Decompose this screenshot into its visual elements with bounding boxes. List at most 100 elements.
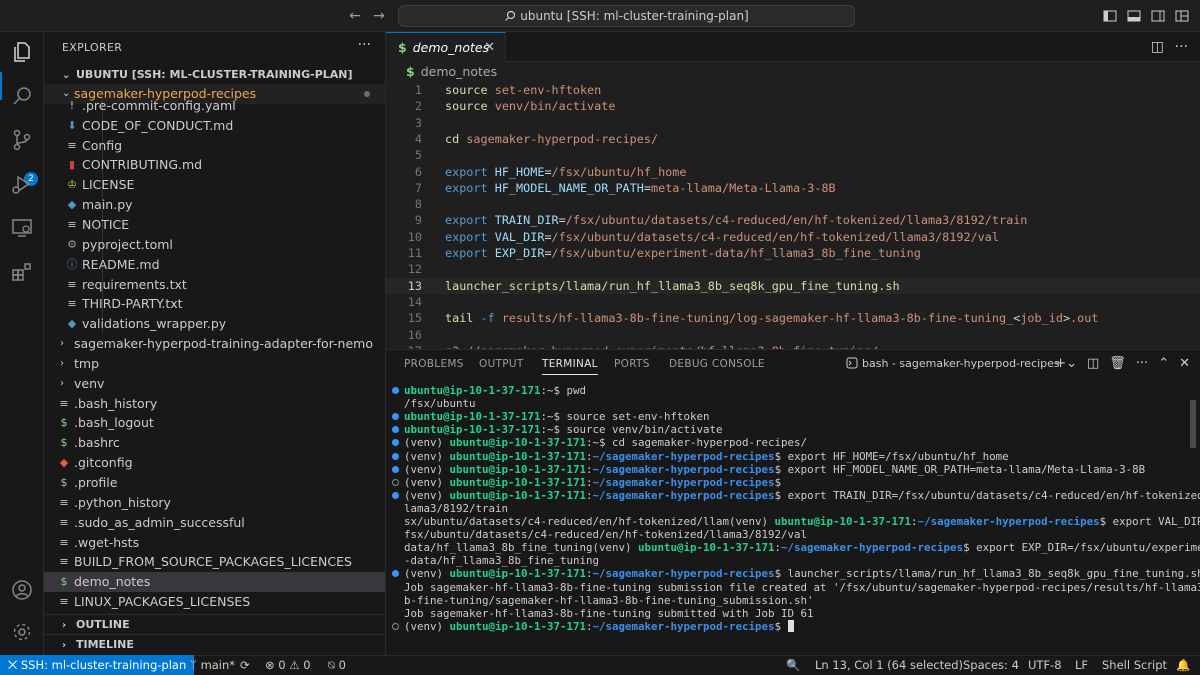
code-line[interactable]: 1 source set-env-hftoken [386, 82, 1200, 98]
folder-item[interactable]: › venv [44, 374, 385, 394]
code-line[interactable]: 15 tail -f results/hf-llama3-8b-fine-tuni… [386, 310, 1200, 326]
code-line[interactable]: 3 [386, 115, 1200, 131]
code-line[interactable]: 9 export TRAIN_DIR=/fsx/ubuntu/datasets/c… [386, 212, 1200, 228]
code-editor[interactable]: 1 source set-env-hftoken 2 source venv/bin/… [386, 82, 1200, 349]
file-item[interactable]: ⬇ CODE_OF_CONDUCT.md [44, 115, 385, 136]
close-tab-icon[interactable]: ✕ [484, 33, 495, 62]
command-decoration-icon[interactable] [392, 413, 399, 421]
manage-gear-icon[interactable] [10, 620, 34, 644]
file-item[interactable]: ◆ .gitconfig [44, 453, 385, 473]
file-item[interactable]: ≡ THIRD-PARTY.txt [44, 294, 385, 315]
file-item[interactable]: $ .bash_logout [44, 413, 385, 433]
code-line[interactable]: 5 [386, 147, 1200, 163]
source-control-icon[interactable] [10, 128, 34, 152]
code-line[interactable]: 7 export HF_MODEL_NAME_OR_PATH=meta-llama… [386, 180, 1200, 196]
file-item[interactable]: ♔ LICENSE [44, 175, 385, 196]
breadcrumb[interactable]: $ demo_notes [386, 62, 1200, 82]
file-item[interactable]: ⚙ pyproject.toml [44, 234, 385, 255]
branch-indicator[interactable]: ᛘ main* [190, 656, 235, 675]
file-item[interactable]: ≡ NOTICE [44, 214, 385, 235]
account-icon[interactable] [10, 578, 34, 602]
end-of-line[interactable]: LF [1075, 656, 1088, 675]
editor-more-actions-icon[interactable]: ··· [1175, 39, 1188, 55]
forward-arrow-icon[interactable]: → [370, 7, 388, 25]
file-item[interactable]: $ demo_notes [44, 572, 385, 593]
ports-indicator[interactable]: ⍉ 0 [328, 656, 346, 675]
file-item[interactable]: ≡ Config [44, 135, 385, 156]
trash-icon[interactable]: 🗑 [1109, 356, 1126, 371]
search-icon[interactable] [10, 84, 34, 108]
tab-terminal[interactable]: TERMINAL [542, 358, 598, 375]
code-line[interactable]: 6 export HF_HOME=/fsx/ubuntu/hf_home [386, 164, 1200, 180]
code-line[interactable]: 14 [386, 294, 1200, 310]
extensions-icon[interactable] [10, 260, 34, 284]
command-decoration-icon[interactable] [392, 622, 399, 630]
tab-ports[interactable]: PORTS [614, 358, 650, 370]
command-decoration-icon[interactable] [392, 570, 399, 578]
cursor-position[interactable]: Ln 13, Col 1 (64 selected) [815, 656, 963, 675]
file-item[interactable]: ≡ .sudo_as_admin_successful [44, 513, 385, 533]
command-center-search[interactable]: ubuntu [SSH: ml-cluster-training-plan] [398, 5, 855, 27]
code-line[interactable]: 13 launcher_scripts/llama/run_hf_llama3_8… [386, 277, 1200, 294]
remote-explorer-icon[interactable] [10, 216, 34, 240]
zoom-icon[interactable]: 🔍 [786, 656, 800, 675]
timeline-section-header[interactable]: › TIMELINE [44, 634, 385, 654]
language-mode[interactable]: Shell Script [1102, 656, 1167, 675]
code-line[interactable]: 11 export EXP_DIR=/fsx/ubuntu/experiment-… [386, 245, 1200, 261]
code-line[interactable]: 12 [386, 261, 1200, 277]
file-item[interactable]: ! .pre-commit-config.yaml [44, 95, 385, 116]
split-editor-icon[interactable]: ◫ [1151, 39, 1164, 55]
workspace-header[interactable]: ⌄ UBUNTU [SSH: ML-CLUSTER-TRAINING-PLAN] [44, 64, 385, 86]
file-item[interactable]: ▮ CONTRIBUTING.md [44, 155, 385, 176]
tab-output[interactable]: OUTPUT [479, 358, 524, 370]
toggle-secondary-sidebar-icon[interactable] [1150, 8, 1166, 24]
more-actions-icon[interactable]: ··· [358, 37, 371, 53]
code-line[interactable]: 10 export VAL_DIR=/fsx/ubuntu/datasets/c4… [386, 229, 1200, 245]
outline-section-header[interactable]: › OUTLINE [44, 614, 385, 634]
remote-indicator[interactable]: ⨉ SSH: ml-cluster-training-plan [0, 655, 195, 675]
back-arrow-icon[interactable]: ← [346, 7, 364, 25]
command-decoration-icon[interactable] [392, 426, 399, 434]
tab-problems[interactable]: PROBLEMS [404, 358, 464, 370]
file-item[interactable]: ≡ LINUX_PACKAGES_LICENSES [44, 592, 385, 612]
file-item[interactable]: ◆ validations_wrapper.py [44, 314, 385, 335]
run-and-debug-icon[interactable] [10, 172, 34, 196]
command-decoration-icon[interactable] [392, 387, 399, 394]
terminal-output[interactable]: ubuntu@ip-10-1-37-171:~$ pwd/fsx/ubuntu u… [386, 380, 1200, 656]
command-decoration-icon[interactable] [392, 478, 399, 486]
command-decoration-icon[interactable] [392, 465, 399, 473]
file-item[interactable]: ≡ BUILD_FROM_SOURCE_PACKAGES_LICENCES [44, 552, 385, 572]
code-line[interactable]: 2 source venv/bin/activate [386, 98, 1200, 114]
explorer-icon[interactable] [10, 40, 34, 64]
close-panel-icon[interactable]: ✕ [1179, 356, 1190, 371]
command-decoration-icon[interactable] [392, 491, 399, 499]
file-item[interactable]: ≡ .bash_history [44, 394, 385, 414]
file-item[interactable]: ≡ requirements.txt [44, 274, 385, 295]
file-item[interactable]: ≡ .python_history [44, 493, 385, 513]
command-decoration-icon[interactable] [392, 452, 399, 460]
code-line[interactable]: 4 cd sagemaker-hyperpod-recipes/ [386, 131, 1200, 147]
tab-debug-console[interactable]: DEBUG CONSOLE [669, 358, 765, 370]
code-line[interactable]: 16 [386, 327, 1200, 343]
file-item[interactable]: $ .bashrc [44, 433, 385, 453]
code-line[interactable]: 8 [386, 196, 1200, 212]
folder-item[interactable]: › tmp [44, 354, 385, 374]
problems-indicator[interactable]: ⊗ 0 ⚠ 0 [265, 656, 311, 675]
file-item[interactable]: ◆ main.py [44, 195, 385, 216]
file-item[interactable]: $ .profile [44, 473, 385, 493]
maximize-panel-icon[interactable]: ⌃ [1158, 356, 1169, 371]
command-decoration-icon[interactable] [392, 439, 399, 447]
file-item[interactable]: ⓘ README.md [44, 254, 385, 275]
encoding[interactable]: UTF-8 [1028, 656, 1062, 675]
indentation[interactable]: Spaces: 4 [963, 656, 1019, 675]
split-terminal-icon[interactable]: ◫ [1087, 356, 1099, 371]
folder-item[interactable]: › sagemaker-hyperpod-training-adapter-for… [44, 334, 385, 354]
panel-more-icon[interactable]: ··· [1136, 356, 1148, 371]
file-item[interactable]: ≡ .wget-hsts [44, 533, 385, 553]
sync-icon[interactable]: ⟳ [240, 656, 250, 675]
new-terminal-icon[interactable]: +⌄ [1055, 356, 1077, 371]
notifications-bell-icon[interactable]: 🔔 [1176, 656, 1190, 675]
tab-demo-notes[interactable]: $ demo_notes ✕ [386, 32, 506, 62]
toggle-primary-sidebar-icon[interactable] [1102, 8, 1118, 24]
terminal-instance[interactable]: bash - sagemaker-hyperpod-recipes [846, 357, 1060, 370]
